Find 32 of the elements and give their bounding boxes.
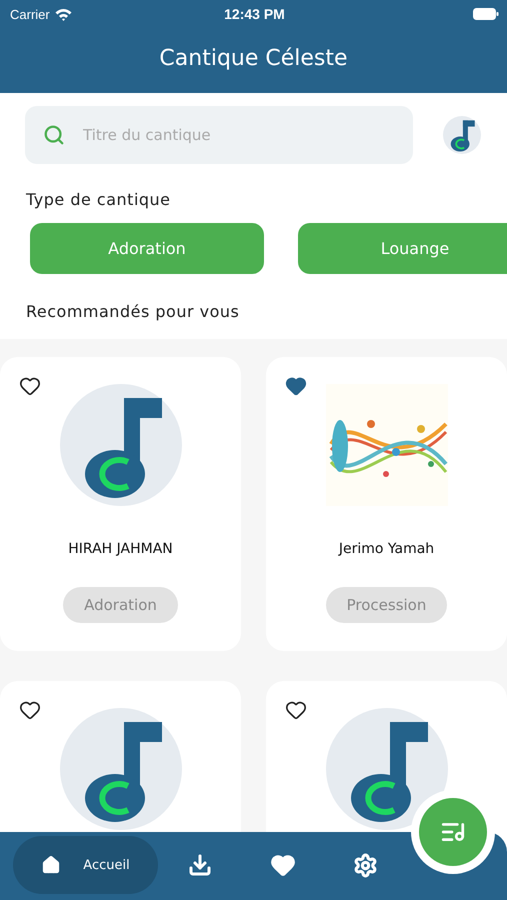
download-icon <box>188 853 212 877</box>
song-title: Jerimo Yamah <box>338 541 434 557</box>
category-tag: Adoration <box>63 587 178 623</box>
status-time: 12:43 PM <box>224 6 285 22</box>
music-note-icon <box>60 708 182 830</box>
battery-icon <box>472 8 499 20</box>
category-tag: Procession <box>326 587 448 623</box>
settings-icon <box>353 852 378 878</box>
heart-icon <box>270 852 296 878</box>
music-note-icon <box>60 384 182 506</box>
song-card[interactable] <box>266 681 507 832</box>
search-icon <box>43 124 65 146</box>
app-logo-icon <box>443 116 481 154</box>
playlist-button[interactable] <box>419 798 487 866</box>
favorite-icon[interactable] <box>19 699 41 721</box>
wifi-icon <box>54 8 72 20</box>
app-title: Cantique Céleste <box>159 46 348 71</box>
song-title: HIRAH JAHMAN <box>68 541 173 557</box>
music-note-icon <box>326 708 448 830</box>
home-tab[interactable]: Accueil <box>13 836 158 894</box>
search-input[interactable]: Titre du cantique <box>81 125 395 145</box>
section-title: Recommandés pour vous <box>26 302 240 321</box>
favorite-icon[interactable] <box>285 699 307 721</box>
favorite-icon[interactable] <box>285 375 307 397</box>
song-card[interactable] <box>0 681 241 832</box>
carrier-label: Carrier <box>10 6 50 22</box>
favorite-icon[interactable] <box>19 375 41 397</box>
search-field[interactable]: Titre du cantique <box>25 106 413 164</box>
song-card[interactable]: HIRAH JAHMAN Adoration <box>0 357 241 651</box>
song-card[interactable]: Jerimo Yamah Procession <box>266 357 507 651</box>
home-icon <box>41 855 62 875</box>
section-title: Type de cantique <box>26 190 171 209</box>
